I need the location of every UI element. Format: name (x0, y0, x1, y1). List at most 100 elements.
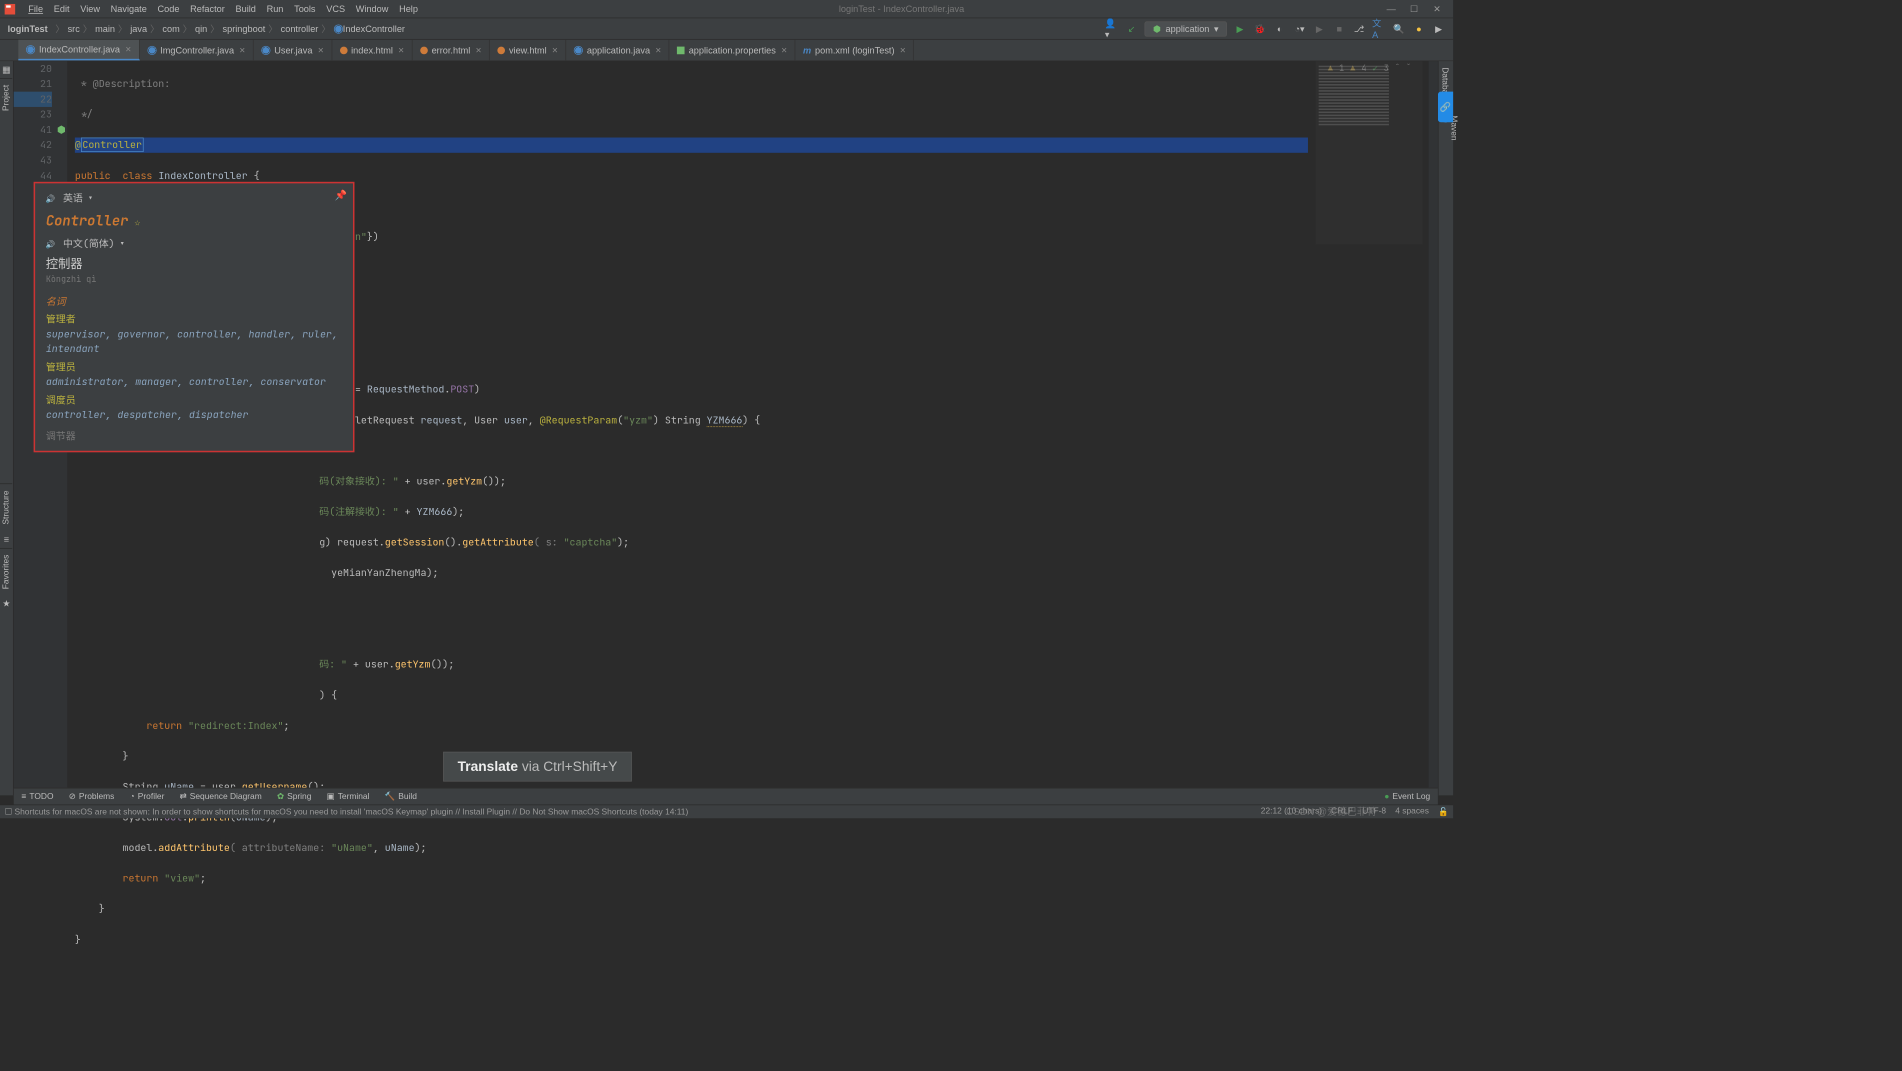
tab-appprops[interactable]: application.properties× (670, 40, 796, 61)
star-icon[interactable]: ☆ (134, 215, 140, 228)
project-tool-tab[interactable]: Project (0, 78, 12, 117)
target-lang-selector[interactable]: 中文(简体) ▾ (46, 236, 342, 251)
close-icon[interactable]: ✕ (1426, 3, 1449, 14)
event-log-tab[interactable]: ● Event Log (1377, 792, 1438, 801)
tab-pom[interactable]: mpom.xml (loginTest)× (795, 40, 914, 61)
translate-hint-tooltip: Translate via Ctrl+Shift+Y (443, 752, 632, 782)
definition-zh: 调度员 (46, 392, 342, 407)
menu-tools[interactable]: Tools (289, 3, 321, 14)
menu-edit[interactable]: Edit (48, 3, 75, 14)
favorites-icon[interactable]: ★ (0, 595, 13, 612)
menu-view[interactable]: View (75, 3, 105, 14)
tab-indexhtml[interactable]: index.html× (332, 40, 412, 61)
tab-close-icon[interactable]: × (552, 44, 558, 55)
coverage-icon[interactable]: ◐ (1273, 22, 1287, 36)
status-icon[interactable]: ☐ (5, 807, 13, 817)
project-crumb[interactable]: loginTest (8, 23, 48, 34)
source-lang-selector[interactable]: 英语 ▾ (46, 191, 342, 206)
favorites-tool-tab[interactable]: Favorites (0, 548, 12, 596)
crumb[interactable]: main (95, 23, 115, 34)
menu-refactor[interactable]: Refactor (185, 3, 230, 14)
tab-close-icon[interactable]: × (318, 44, 324, 55)
tab-close-icon[interactable]: × (655, 44, 661, 55)
tab-close-icon[interactable]: × (239, 44, 245, 55)
assist-badge-icon[interactable]: 🔗 (1438, 92, 1453, 123)
tab-close-icon[interactable]: × (398, 44, 404, 55)
sequence-tab[interactable]: ⇄ Sequence Diagram (172, 792, 269, 802)
menu-file[interactable]: File (23, 3, 48, 14)
window-title: loginTest - IndexController.java (423, 3, 1380, 14)
java-file-icon (147, 45, 156, 54)
translate-icon[interactable]: 文A (1372, 22, 1386, 36)
popup-footer: 调节器 (46, 428, 342, 443)
definition-en: controller, despatcher, dispatcher (46, 407, 342, 422)
menu-navigate[interactable]: Navigate (105, 3, 152, 14)
search-icon[interactable]: 🔍 (1392, 22, 1406, 36)
tab-close-icon[interactable]: × (781, 44, 787, 55)
crumb[interactable]: springboot (223, 23, 266, 34)
ai-icon[interactable]: ● (1412, 22, 1426, 36)
stop-icon[interactable]: ■ (1332, 22, 1346, 36)
profiler-icon[interactable]: ◔▾ (1293, 22, 1307, 36)
structure-icon[interactable]: ≡ (0, 531, 13, 548)
error-stripe[interactable] (1429, 61, 1438, 788)
definition-zh: 管理员 (46, 359, 342, 374)
vcs-icon[interactable]: ⎇ (1352, 22, 1366, 36)
indent-info[interactable]: 4 spaces (1395, 807, 1429, 817)
build-tab[interactable]: 🔨 Build (377, 792, 424, 802)
menu-run[interactable]: Run (261, 3, 289, 14)
tab-user[interactable]: User.java× (254, 40, 332, 61)
back-icon[interactable]: ↙ (1125, 22, 1139, 36)
crumb-target[interactable]: IndexController (343, 23, 405, 34)
definition-zh: 管理者 (46, 312, 342, 327)
crumb[interactable]: controller (281, 23, 319, 34)
left-tool-stripe: ▦ Project Structure ≡ Favorites ★ (0, 61, 14, 795)
tab-errorhtml[interactable]: error.html× (412, 40, 489, 61)
status-message[interactable]: Shortcuts for macOS are not shown: In or… (14, 807, 688, 816)
run-icon[interactable]: ▶ (1233, 22, 1247, 36)
structure-tool-tab[interactable]: Structure (0, 484, 12, 531)
todo-tab[interactable]: ≡ TODO (14, 792, 61, 801)
menu-code[interactable]: Code (152, 3, 185, 14)
tab-close-icon[interactable]: × (125, 44, 131, 55)
read-only-icon[interactable]: 🔓 (1438, 807, 1448, 817)
tab-application[interactable]: application.java× (566, 40, 669, 61)
pin-icon[interactable]: 📌 (334, 188, 346, 203)
maximize-icon[interactable]: ☐ (1403, 3, 1426, 14)
minimap[interactable] (1316, 61, 1423, 244)
definition-en: administrator, manager, controller, cons… (46, 374, 342, 389)
html-file-icon (340, 46, 348, 54)
definition-en: supervisor, governor, controller, handle… (46, 327, 342, 357)
debug-icon[interactable]: 🐞 (1253, 22, 1267, 36)
menu-vcs[interactable]: VCS (321, 3, 351, 14)
tab-viewhtml[interactable]: view.html× (490, 40, 566, 61)
minimize-icon[interactable]: — (1380, 3, 1403, 14)
problems-tab[interactable]: ⊘ Problems (61, 792, 122, 802)
project-icon[interactable]: ▦ (0, 61, 13, 78)
profiler-tab[interactable]: ◔ Profiler (122, 792, 172, 801)
user-icon[interactable]: 👤▾ (1105, 22, 1119, 36)
spring-bean-icon[interactable]: ⬢ (57, 122, 66, 131)
attach-icon[interactable]: ▶ (1313, 22, 1327, 36)
menu-window[interactable]: Window (350, 3, 393, 14)
menu-help[interactable]: Help (394, 3, 424, 14)
run-config-selector[interactable]: ⬢application ▾ (1145, 21, 1227, 36)
crumb[interactable]: com (162, 23, 179, 34)
menu-build[interactable]: Build (230, 3, 261, 14)
tab-close-icon[interactable]: × (476, 44, 482, 55)
crumb[interactable]: java (130, 23, 147, 34)
tab-indexcontroller[interactable]: IndexController.java× (18, 40, 139, 61)
settings-icon[interactable]: ▶ (1432, 22, 1446, 36)
speaker-icon[interactable] (46, 191, 59, 206)
terminal-tab[interactable]: ▣ Terminal (319, 792, 377, 802)
crumb[interactable]: src (68, 23, 80, 34)
spring-tab[interactable]: ✿ Spring (269, 792, 319, 802)
crumb[interactable]: qin (195, 23, 207, 34)
tab-close-icon[interactable]: × (900, 44, 906, 55)
right-tool-stripe: Database mMaven (1438, 61, 1453, 795)
editor-tabs: IndexController.java× ImgController.java… (0, 40, 1453, 61)
menu-bar: File Edit View Navigate Code Refactor Bu… (0, 0, 1453, 18)
speaker-icon[interactable] (46, 236, 59, 251)
navigation-bar: loginTest 〉src 〉main 〉java 〉com 〉qin 〉sp… (0, 18, 1453, 39)
tab-imgcontroller[interactable]: ImgController.java× (140, 40, 254, 61)
